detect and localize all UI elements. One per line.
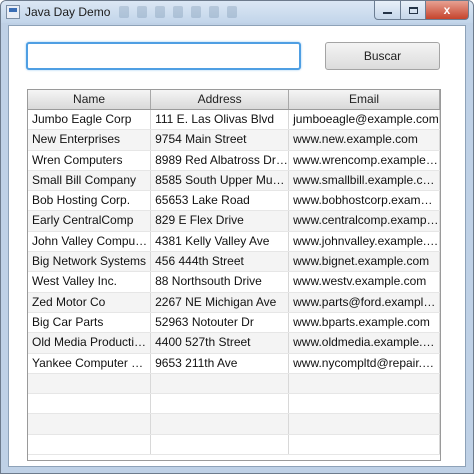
search-input[interactable] <box>26 42 301 70</box>
table-row[interactable]: Big Car Parts 52963 Notouter Dr www.bparts… <box>28 312 440 334</box>
window-title: Java Day Demo <box>25 5 111 19</box>
ghost-icon <box>173 6 183 18</box>
cell-email <box>289 373 440 394</box>
cell-name: Old Media Productions <box>28 333 152 353</box>
table-row[interactable]: Bob Hosting Corp. 65653 Lake Road www.bobh… <box>28 191 440 212</box>
java-app-icon <box>6 5 20 19</box>
cell-email: www.bobhostcorp.example.c... <box>289 191 440 211</box>
cell-address <box>151 414 290 434</box>
search-button[interactable]: Buscar <box>325 42 440 70</box>
table-row[interactable] <box>28 373 440 395</box>
ghost-icon <box>119 6 129 18</box>
cell-name: Small Bill Company <box>28 170 152 191</box>
cell-name: Jumbo Eagle Corp <box>28 110 152 130</box>
cell-email: jumboeagle@example.com <box>289 110 440 130</box>
cell-name: Bob Hosting Corp. <box>28 191 152 211</box>
minimize-icon <box>383 12 392 14</box>
cell-address: 829 E Flex Drive <box>151 211 290 231</box>
table-header: Name Address Email <box>28 90 440 110</box>
cell-address: 4381 Kelly Valley Ave <box>151 231 290 252</box>
minimize-button[interactable] <box>374 1 401 20</box>
background-toolbar-ghost <box>119 5 279 19</box>
cell-email <box>289 394 440 414</box>
ghost-icon <box>191 6 201 18</box>
cell-address: 8585 South Upper Murray... <box>151 170 290 191</box>
cell-email: www.centralcomp.example.c... <box>289 211 440 231</box>
table-row[interactable] <box>28 394 440 415</box>
cell-email <box>289 414 440 434</box>
cell-address: 9754 Main Street <box>151 130 290 150</box>
maximize-icon <box>408 6 418 14</box>
cell-address: 2267 NE Michigan Ave <box>151 292 290 312</box>
ghost-icon <box>137 6 147 18</box>
cell-name: Big Car Parts <box>28 312 152 333</box>
table-row[interactable]: John Valley Computers 4381 Kelly Valley A… <box>28 231 440 253</box>
table-row[interactable] <box>28 434 440 456</box>
cell-address: 9653 211th Ave <box>151 353 290 373</box>
table-row[interactable]: Jumbo Eagle Corp 111 E. Las Olivas Blvd ju… <box>28 110 440 131</box>
companies-table[interactable]: Name Address Email Jumbo Eagle Corp 111 E… <box>27 89 441 461</box>
cell-address: 88 Northsouth Drive <box>151 272 290 292</box>
title-bar[interactable]: Java Day Demo x <box>1 1 473 23</box>
close-button[interactable]: x <box>425 1 469 20</box>
cell-name: Wren Computers <box>28 150 152 170</box>
cell-email: www.parts@ford.example.com <box>289 292 440 312</box>
cell-email: www.wrencomp.example.com <box>289 150 440 170</box>
cell-email: www.nycompltd@repair.exa... <box>289 353 440 373</box>
table-row[interactable]: New Enterprises 9754 Main Street www.new.e… <box>28 130 440 151</box>
cell-name: Big Network Systems <box>28 252 152 272</box>
table-row[interactable]: Early CentralComp 829 E Flex Drive www.cen… <box>28 211 440 232</box>
cell-name <box>28 414 152 434</box>
close-icon: x <box>443 3 451 17</box>
ghost-icon <box>155 6 165 18</box>
table-row[interactable]: Yankee Computer Rep... 9653 211th Ave www.… <box>28 353 440 374</box>
cell-name: Early CentralComp <box>28 211 152 231</box>
table-row[interactable]: Zed Motor Co 2267 NE Michigan Ave www.part… <box>28 292 440 313</box>
cell-name <box>28 373 152 394</box>
column-header-address[interactable]: Address <box>151 90 290 109</box>
column-header-email[interactable]: Email <box>289 90 440 109</box>
cell-address: 456 444th Street <box>151 252 290 272</box>
cell-email <box>289 434 440 455</box>
cell-email: www.johnvalley.example.com <box>289 231 440 252</box>
cell-address <box>151 394 290 414</box>
cell-name: John Valley Computers <box>28 231 152 252</box>
cell-name: Yankee Computer Rep... <box>28 353 152 373</box>
table-row[interactable]: Small Bill Company 8585 South Upper Murra… <box>28 170 440 192</box>
cell-email: www.new.example.com <box>289 130 440 150</box>
table-row[interactable]: West Valley Inc. 88 Northsouth Drive www.w… <box>28 272 440 293</box>
cell-name <box>28 434 152 455</box>
cell-address <box>151 434 290 455</box>
cell-email: www.westv.example.com <box>289 272 440 292</box>
table-row[interactable] <box>28 414 440 435</box>
cell-address: 65653 Lake Road <box>151 191 290 211</box>
table-row[interactable]: Old Media Productions 4400 527th Street ww… <box>28 333 440 354</box>
cell-name: New Enterprises <box>28 130 152 150</box>
table-row[interactable]: Big Network Systems 456 444th Street www.b… <box>28 252 440 273</box>
cell-address: 52963 Notouter Dr <box>151 312 290 333</box>
cell-email: www.bparts.example.com <box>289 312 440 333</box>
cell-name: Zed Motor Co <box>28 292 152 312</box>
cell-email: www.smallbill.example.com <box>289 170 440 191</box>
cell-address: 8989 Red Albatross Drive <box>151 150 290 170</box>
cell-email: www.bignet.example.com <box>289 252 440 272</box>
cell-name <box>28 394 152 414</box>
cell-name: West Valley Inc. <box>28 272 152 292</box>
maximize-button[interactable] <box>400 1 426 20</box>
app-window: Java Day Demo x Buscar Name Address Emai… <box>0 0 474 474</box>
cell-address <box>151 373 290 394</box>
column-header-name[interactable]: Name <box>28 90 152 109</box>
ghost-icon <box>209 6 219 18</box>
cell-address: 4400 527th Street <box>151 333 290 353</box>
table-row[interactable]: Wren Computers 8989 Red Albatross Drive ww… <box>28 150 440 171</box>
cell-email: www.oldmedia.example.com <box>289 333 440 353</box>
client-area: Buscar Name Address Email Jumbo Eagle Co… <box>8 25 466 467</box>
cell-address: 111 E. Las Olivas Blvd <box>151 110 290 130</box>
ghost-icon <box>227 6 237 18</box>
table-body: Jumbo Eagle Corp 111 E. Las Olivas Blvd ju… <box>28 110 440 456</box>
